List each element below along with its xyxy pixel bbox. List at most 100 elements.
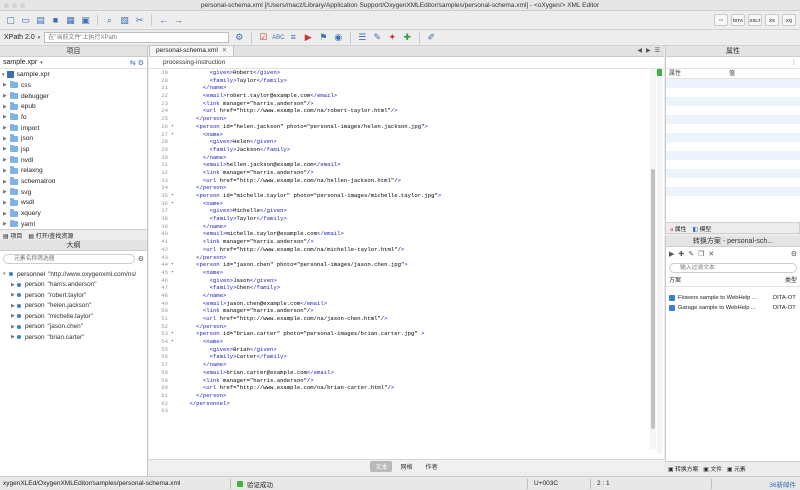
minimize-window-button[interactable]: [12, 3, 17, 8]
validate-icon[interactable]: ☑: [257, 32, 269, 44]
tree-folder[interactable]: ▶ svg: [3, 187, 147, 198]
code-line[interactable]: 44 ▾ <person id="jason.chen" photo="perso…: [149, 261, 649, 269]
outline-item[interactable]: ▾ personnel "http://www.oxygenxml.com/ns/: [3, 269, 147, 280]
chevron-right-icon[interactable]: ▶: [3, 114, 10, 120]
tab-transformation-scenarios[interactable]: ▣ 转换方案: [668, 464, 698, 473]
code-line[interactable]: 19 <given>Robert</given>: [149, 69, 649, 77]
chevron-right-icon[interactable]: ▶: [3, 146, 10, 152]
tree-folder[interactable]: ▶ import: [3, 123, 147, 134]
code-line[interactable]: 30 </name>: [149, 154, 649, 162]
tab-grid-mode[interactable]: 网格: [395, 461, 417, 472]
xpath-input[interactable]: [44, 32, 230, 43]
code-line[interactable]: 47 <family>Chen</family>: [149, 284, 649, 292]
code-line[interactable]: 58 <email>brian.carter@example.com</emai…: [149, 369, 649, 377]
tab-attributes[interactable]: a 属性: [670, 224, 686, 233]
code-line[interactable]: 39 </name>: [149, 223, 649, 231]
delete-icon[interactable]: ✕: [708, 250, 714, 258]
code-line[interactable]: 34 </person>: [149, 184, 649, 192]
outline-toggle-icon[interactable]: ☰: [356, 32, 368, 44]
tab-project[interactable]: ▤ 项目: [3, 231, 22, 240]
tree-folder[interactable]: ▶ debugger: [3, 91, 147, 102]
link-with-editor-icon[interactable]: ⇆ ⚙: [130, 59, 144, 67]
code-line[interactable]: 37 <given>Michelle</given>: [149, 207, 649, 215]
pin-icon[interactable]: ✦: [386, 32, 398, 44]
outline-item[interactable]: ▶ person "jason.chen": [3, 322, 147, 333]
configure-transformation-icon[interactable]: ⚑: [317, 32, 329, 44]
code-line[interactable]: 51 <url href="http://www.example.com/na/…: [149, 315, 649, 323]
chevron-right-icon[interactable]: ▶: [3, 189, 10, 195]
outline-item[interactable]: ▶ person "michelle.taylor": [3, 311, 147, 322]
code-line[interactable]: 54 ▾ <name>: [149, 338, 649, 346]
print-icon[interactable]: ▣: [80, 14, 92, 26]
tree-folder[interactable]: ▶ nvdl: [3, 155, 147, 166]
edit-icon[interactable]: ✎: [688, 250, 694, 258]
scrollbar-thumb[interactable]: [651, 169, 655, 429]
code-line[interactable]: 62 </personnel>: [149, 400, 649, 408]
project-root[interactable]: ▾ sample.xpr: [0, 69, 147, 80]
code-line[interactable]: 46 <given>Jason</given>: [149, 277, 649, 285]
tree-folder[interactable]: ▶ json: [3, 133, 147, 144]
edit-icon[interactable]: ✐: [425, 32, 437, 44]
outline-item[interactable]: ▶ person "robert.taylor": [3, 290, 147, 301]
code-line[interactable]: 61 </person>: [149, 392, 649, 400]
code-line[interactable]: 29 <family>Jackson</family>: [149, 146, 649, 154]
tab-list-icon[interactable]: ☰: [655, 47, 660, 54]
code-line[interactable]: 50 <link manager="harris.anderson"/>: [149, 307, 649, 315]
xs-perspective-button[interactable]: XS: [765, 14, 779, 26]
tab-open-find-resource[interactable]: ▤ 打开/查找资源: [28, 231, 73, 240]
code-line[interactable]: 56 <family>Carter</family>: [149, 353, 649, 361]
track-changes-icon[interactable]: ✎: [371, 32, 383, 44]
chevron-right-icon[interactable]: ▶: [3, 104, 10, 110]
scenarios-filter-input[interactable]: [669, 263, 797, 273]
tree-folder[interactable]: ▶ fo: [3, 112, 147, 123]
code-line[interactable]: 42 <url href="http://www.example.com/na/…: [149, 246, 649, 254]
code-line[interactable]: 41 <link manager="harris.anderson"/>: [149, 238, 649, 246]
zoom-window-button[interactable]: [20, 3, 25, 8]
open-file-icon[interactable]: ▤: [35, 14, 47, 26]
back-arrow-icon[interactable]: ←: [158, 14, 170, 26]
close-icon[interactable]: ✕: [222, 46, 227, 56]
col-attribute[interactable]: 属性: [666, 69, 726, 78]
code-line[interactable]: 31 <email>hellen.jackson@example.com</em…: [149, 161, 649, 169]
gear-icon[interactable]: ⚙: [138, 255, 144, 263]
editor-perspective-button[interactable]: ▭: [714, 14, 728, 26]
code-line[interactable]: 63: [149, 407, 649, 415]
code-line[interactable]: 26 ▾ <person id="helen.jackson" photo="pe…: [149, 123, 649, 131]
chevron-right-icon[interactable]: ▶: [3, 221, 10, 227]
breadcrumb[interactable]: processing-instruction: [149, 57, 664, 69]
chevron-right-icon[interactable]: ▶: [3, 179, 10, 185]
new-file-icon[interactable]: ▢: [5, 14, 17, 26]
code-line[interactable]: 45 ▾ <name>: [149, 269, 649, 277]
tab-model[interactable]: ◧ 模型: [692, 224, 711, 233]
col-value[interactable]: 值: [726, 69, 735, 78]
chevron-right-icon[interactable]: ▶: [3, 82, 10, 88]
code-line[interactable]: 57 </name>: [149, 361, 649, 369]
code-area[interactable]: 19 <given>Robert</given> 20 <family>Taylo…: [149, 69, 649, 453]
code-line[interactable]: 53 ▾ <person id="brian.carter" photo="per…: [149, 330, 649, 338]
code-line[interactable]: 20 <family>Taylor</family>: [149, 77, 649, 85]
code-line[interactable]: 27 ▾ <name>: [149, 131, 649, 139]
tab-entities[interactable]: ▣ 文件: [703, 464, 722, 473]
code-line[interactable]: 43 </person>: [149, 254, 649, 262]
code-line[interactable]: 32 <link manager="harris.anderson"/>: [149, 169, 649, 177]
more-options-icon[interactable]: ⋮: [791, 59, 797, 66]
code-line[interactable]: 38 <family>Taylor</family>: [149, 215, 649, 223]
code-line[interactable]: 21 </name>: [149, 84, 649, 92]
col-type[interactable]: 类型: [785, 276, 797, 286]
tab-author-mode[interactable]: 作者: [421, 461, 443, 472]
save-icon[interactable]: ■: [50, 14, 62, 26]
save-all-icon[interactable]: ▦: [65, 14, 77, 26]
chevron-right-icon[interactable]: ▶: [3, 125, 10, 131]
chevron-right-icon[interactable]: ▶: [3, 136, 10, 142]
tab-personal-schema[interactable]: personal-schema.xml ✕: [149, 45, 235, 56]
tree-folder[interactable]: ▶ jsp: [3, 144, 147, 155]
xq-perspective-button[interactable]: XQ: [782, 14, 796, 26]
spellcheck-icon[interactable]: ABC: [272, 32, 284, 44]
code-line[interactable]: 22 <email>robert.taylor@example.com</ema…: [149, 92, 649, 100]
code-line[interactable]: 48 </name>: [149, 292, 649, 300]
col-scenario[interactable]: 方案: [669, 276, 681, 286]
code-line[interactable]: 33 <url href="http://www.example.com/na/…: [149, 177, 649, 185]
code-line[interactable]: 52 </person>: [149, 323, 649, 331]
chevron-right-icon[interactable]: ▶: [646, 47, 651, 54]
status-validation[interactable]: 验证成功: [247, 479, 527, 489]
